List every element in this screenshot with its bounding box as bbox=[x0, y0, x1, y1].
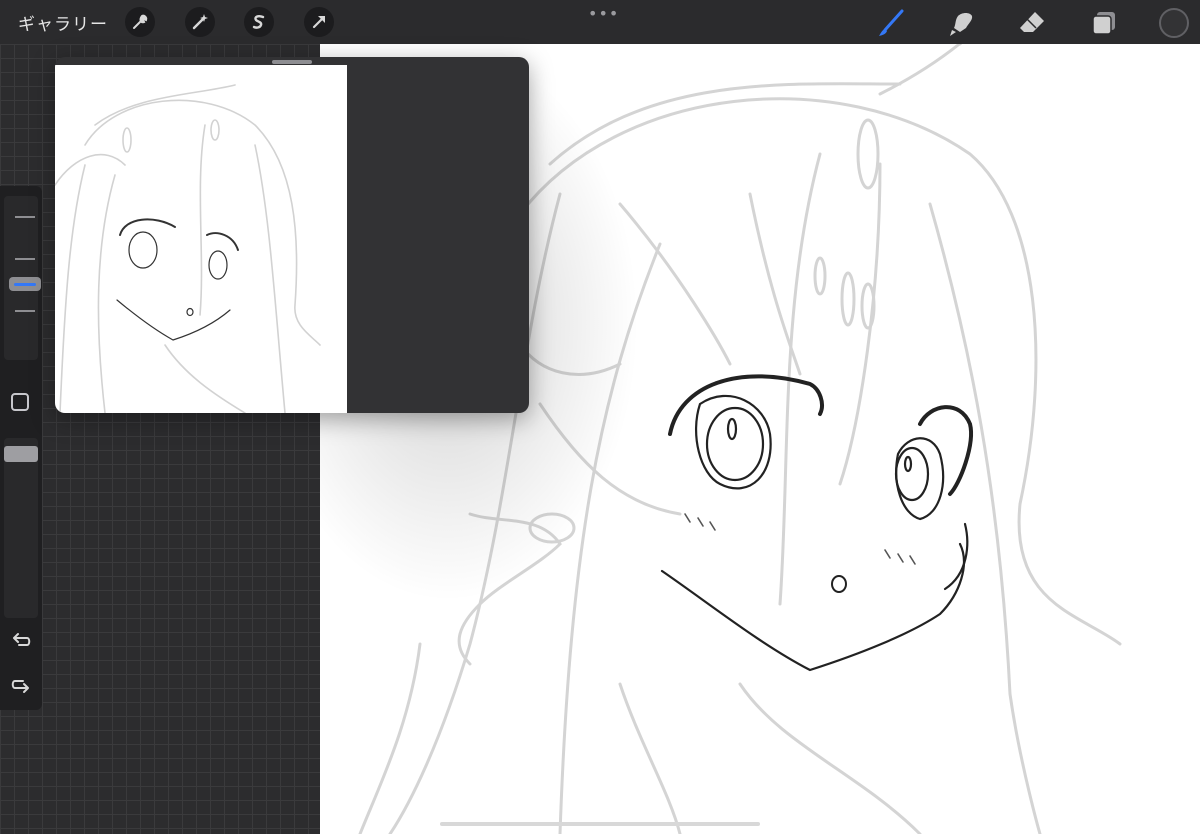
brush-size-slider[interactable] bbox=[4, 196, 41, 360]
reference-image bbox=[55, 65, 347, 413]
eraser-tool-button[interactable] bbox=[1017, 8, 1047, 38]
smudge-tool-button[interactable] bbox=[946, 8, 976, 38]
wrench-icon bbox=[133, 14, 148, 29]
top-toolbar: ギャラリー ••• bbox=[0, 0, 1200, 44]
magic-wand-icon bbox=[192, 14, 208, 30]
adjustments-button[interactable] bbox=[185, 7, 215, 37]
color-picker-button[interactable] bbox=[1159, 8, 1189, 38]
eraser-icon bbox=[1020, 12, 1044, 32]
opacity-slider[interactable] bbox=[4, 438, 38, 618]
reference-window[interactable] bbox=[55, 57, 529, 413]
transform-button[interactable] bbox=[304, 7, 334, 37]
reference-drag-handle[interactable] bbox=[272, 60, 312, 64]
actions-button[interactable] bbox=[125, 7, 155, 37]
layers-button[interactable] bbox=[1089, 8, 1119, 38]
opacity-thumb[interactable] bbox=[4, 446, 38, 462]
size-tick bbox=[15, 310, 35, 312]
reference-thumbnail bbox=[55, 84, 321, 413]
gallery-button[interactable]: ギャラリー bbox=[18, 10, 108, 35]
canvas-scroll-indicator bbox=[440, 822, 760, 826]
selection-s-icon bbox=[252, 15, 265, 29]
selection-button[interactable] bbox=[244, 7, 274, 37]
modify-button[interactable] bbox=[11, 393, 29, 411]
brush-size-thumb[interactable] bbox=[9, 277, 41, 291]
undo-icon[interactable] bbox=[10, 630, 32, 652]
arrow-transform-icon bbox=[312, 16, 325, 29]
size-tick bbox=[15, 258, 35, 260]
size-tick bbox=[15, 216, 35, 218]
layers-icon bbox=[1092, 12, 1115, 35]
left-sidebar bbox=[0, 186, 42, 710]
smudge-icon bbox=[950, 13, 973, 36]
brush-tool-button[interactable] bbox=[876, 8, 906, 38]
more-options-button[interactable]: ••• bbox=[588, 4, 619, 23]
redo-icon[interactable] bbox=[10, 674, 32, 696]
brush-icon bbox=[879, 9, 904, 36]
